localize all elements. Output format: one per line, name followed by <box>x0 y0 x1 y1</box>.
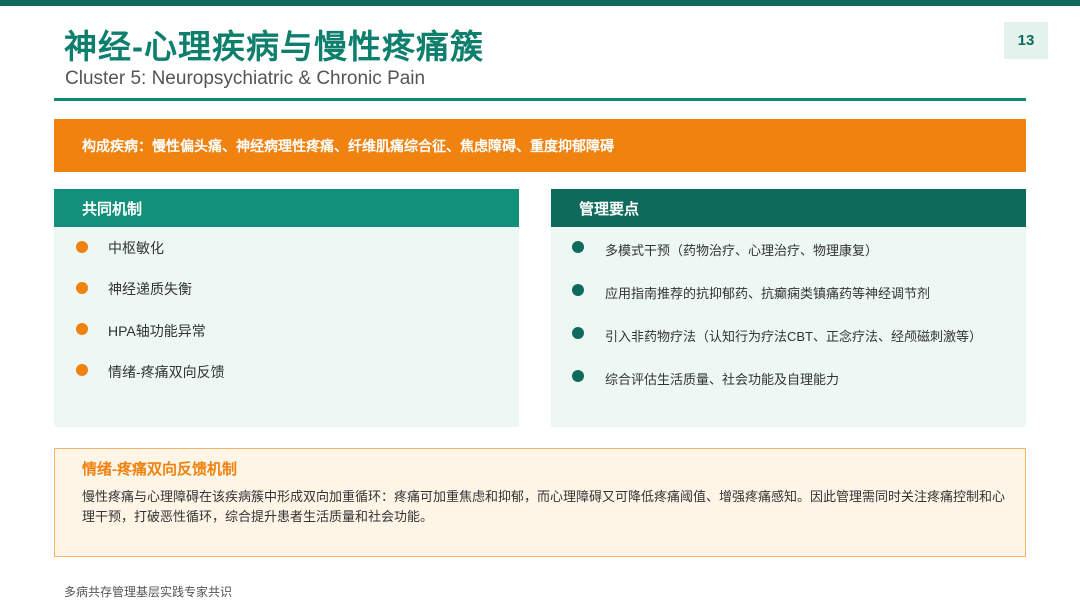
management-item-text: 多模式干预（药物治疗、心理治疗、物理康复） <box>605 243 879 258</box>
top-accent-bar <box>0 0 1080 6</box>
mechanism-item-text: 情绪-疼痛双向反馈 <box>108 364 225 380</box>
green-bullet-icon <box>572 241 584 253</box>
common-mechanism-panel: 共同机制 中枢敏化 神经递质失衡 HPA轴功能异常 情绪-疼痛双向反馈 <box>54 189 519 427</box>
orange-bullet-icon <box>76 323 88 335</box>
management-item-text: 综合评估生活质量、社会功能及自理能力 <box>605 372 840 387</box>
management-item-text: 应用指南推荐的抗抑郁药、抗癫痫类镇痛药等神经调节剂 <box>605 286 931 301</box>
page-title: 神经-心理疾病与慢性疼痛簇 <box>64 28 484 65</box>
common-mechanism-header: 共同机制 <box>54 189 519 227</box>
management-item-text: 引入非药物疗法（认知行为疗法CBT、正念疗法、经颅磁刺激等） <box>605 329 983 344</box>
green-bullet-icon <box>572 284 584 296</box>
footer-source: 多病共存管理基层实践专家共识 <box>64 585 233 599</box>
orange-bullet-icon <box>76 282 88 294</box>
green-bullet-icon <box>572 327 584 339</box>
page-subtitle: Cluster 5: Neuropsychiatric & Chronic Pa… <box>65 68 426 89</box>
title-divider <box>54 98 1026 101</box>
mechanism-item-text: 中枢敏化 <box>108 240 164 256</box>
page-number: 13 <box>1004 22 1048 59</box>
feedback-mechanism-note: 情绪-疼痛双向反馈机制 慢性疼痛与心理障碍在该疾病簇中形成双向加重循环：疼痛可加… <box>54 448 1026 557</box>
orange-bullet-icon <box>76 364 88 376</box>
orange-bullet-icon <box>76 241 88 253</box>
note-body: 慢性疼痛与心理障碍在该疾病簇中形成双向加重循环：疼痛可加重焦虑和抑郁，而心理障碍… <box>82 489 1006 524</box>
note-title: 情绪-疼痛双向反馈机制 <box>82 461 237 478</box>
green-bullet-icon <box>572 370 584 382</box>
mechanism-item-text: HPA轴功能异常 <box>108 323 206 339</box>
mechanism-item-text: 神经递质失衡 <box>108 281 192 297</box>
disease-composition-banner: 构成疾病：慢性偏头痛、神经病理性疼痛、纤维肌痛综合征、焦虑障碍、重度抑郁障碍 <box>54 119 1026 172</box>
management-points-panel: 管理要点 多模式干预（药物治疗、心理治疗、物理康复） 应用指南推荐的抗抑郁药、抗… <box>551 189 1026 427</box>
management-points-header: 管理要点 <box>551 189 1026 227</box>
